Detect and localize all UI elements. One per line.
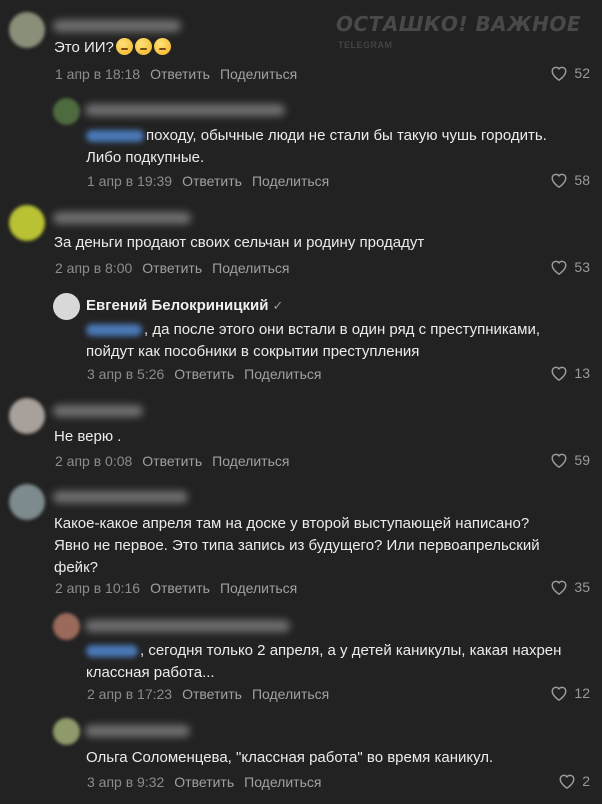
heart-icon [551, 66, 567, 81]
like-button[interactable]: 53 [550, 259, 590, 275]
channel-watermark: ОСТАШКО! ВАЖНОЕ [336, 12, 582, 36]
author-name-blurred[interactable] [85, 725, 190, 737]
comment-meta: 2 апр в 8:00 Ответить Поделиться [55, 260, 289, 276]
comment-date: 3 апр в 9:32 [87, 774, 165, 790]
comment-text: Какое-какое апреля там на доске у второй… [54, 515, 540, 576]
avatar[interactable] [9, 205, 45, 241]
avatar[interactable] [53, 98, 80, 125]
comment-date: 2 апр в 8:00 [55, 260, 133, 276]
comment-meta: 3 апр в 5:26 Ответить Поделиться [87, 366, 321, 382]
comment-date: 1 апр в 19:39 [87, 173, 173, 189]
avatar[interactable] [9, 12, 45, 48]
share-button[interactable]: Поделиться [212, 453, 289, 469]
reply-button[interactable]: Ответить [150, 66, 210, 82]
like-count: 13 [574, 365, 590, 381]
heart-icon [551, 686, 567, 701]
comment-text: Не верю . [54, 428, 122, 445]
reply-button[interactable]: Ответить [142, 453, 202, 469]
comment-date: 2 апр в 0:08 [55, 453, 133, 469]
channel-watermark-subtitle: TELEGRAM [338, 40, 393, 50]
like-count: 2 [582, 773, 590, 789]
avatar[interactable] [53, 293, 80, 320]
like-button[interactable]: 58 [550, 172, 590, 188]
comment-text: , да после этого они встали в один ряд с… [86, 321, 540, 360]
reply-button[interactable]: Ответить [150, 580, 210, 596]
avatar[interactable] [9, 484, 45, 520]
heart-icon [551, 580, 567, 595]
author-name-blurred[interactable] [53, 20, 181, 32]
like-count: 53 [574, 259, 590, 275]
author-name-blurred[interactable] [53, 212, 191, 224]
mention-link[interactable] [86, 645, 138, 658]
reply-button[interactable]: Ответить [142, 260, 202, 276]
share-button[interactable]: Поделиться [244, 774, 321, 790]
comment-text: походу, обычные люди не стали бы такую ч… [86, 127, 547, 166]
share-button[interactable]: Поделиться [244, 366, 321, 382]
author-name-blurred[interactable] [85, 620, 290, 632]
comment-meta: 1 апр в 18:18 Ответить Поделиться [55, 66, 297, 82]
heart-icon [559, 774, 575, 789]
share-button[interactable]: Поделиться [212, 260, 289, 276]
like-button[interactable]: 13 [550, 365, 590, 381]
like-button[interactable]: 35 [550, 579, 590, 595]
comment-text: Это ИИ? [54, 37, 171, 59]
avatar[interactable] [53, 613, 80, 640]
share-button[interactable]: Поделиться [220, 66, 297, 82]
reply-button[interactable]: Ответить [182, 173, 242, 189]
comment-text: Ольга Соломенцева, "классная работа" во … [86, 749, 494, 766]
like-count: 52 [574, 65, 590, 81]
comment-date: 2 апр в 17:23 [87, 686, 173, 702]
mention-link[interactable] [86, 130, 144, 143]
share-button[interactable]: Поделиться [252, 173, 329, 189]
share-button[interactable]: Поделиться [220, 580, 297, 596]
heart-icon [551, 260, 567, 275]
comment-date: 3 апр в 5:26 [87, 366, 165, 382]
author-name[interactable]: Евгений Белокриницкий ✓ [86, 297, 283, 314]
comment-meta: 3 апр в 9:32 Ответить Поделиться [87, 774, 321, 790]
heart-icon [551, 366, 567, 381]
like-button[interactable]: 2 [558, 773, 590, 789]
comment-meta: 2 апр в 10:16 Ответить Поделиться [55, 580, 297, 596]
comment-date: 2 апр в 10:16 [55, 580, 141, 596]
comment-date: 1 апр в 18:18 [55, 66, 141, 82]
author-name-blurred[interactable] [85, 104, 285, 116]
comment-text: , сегодня только 2 апреля, а у детей кан… [86, 642, 562, 681]
like-count: 35 [574, 579, 590, 595]
author-name-blurred[interactable] [53, 491, 188, 503]
verified-icon: ✓ [272, 298, 284, 313]
heart-icon [551, 173, 567, 188]
thinking-emoji-icon [134, 38, 152, 55]
comment-text: За деньги продают своих сельчан и родину… [54, 234, 425, 251]
reply-button[interactable]: Ответить [174, 366, 234, 382]
comment-meta: 1 апр в 19:39 Ответить Поделиться [87, 173, 329, 189]
mention-link[interactable] [86, 324, 142, 337]
heart-icon [551, 453, 567, 468]
reply-button[interactable]: Ответить [174, 774, 234, 790]
like-button[interactable]: 12 [550, 685, 590, 701]
like-count: 12 [574, 685, 590, 701]
like-button[interactable]: 59 [550, 452, 590, 468]
avatar[interactable] [9, 398, 45, 434]
share-button[interactable]: Поделиться [252, 686, 329, 702]
thinking-emoji-icon [115, 38, 133, 55]
comment-meta: 2 апр в 0:08 Ответить Поделиться [55, 453, 289, 469]
reply-button[interactable]: Ответить [182, 686, 242, 702]
like-count: 58 [574, 172, 590, 188]
avatar[interactable] [53, 718, 80, 745]
comment-meta: 2 апр в 17:23 Ответить Поделиться [87, 686, 329, 702]
like-button[interactable]: 52 [550, 65, 590, 81]
author-name-blurred[interactable] [53, 405, 143, 417]
like-count: 59 [574, 452, 590, 468]
thinking-emoji-icon [153, 38, 171, 55]
